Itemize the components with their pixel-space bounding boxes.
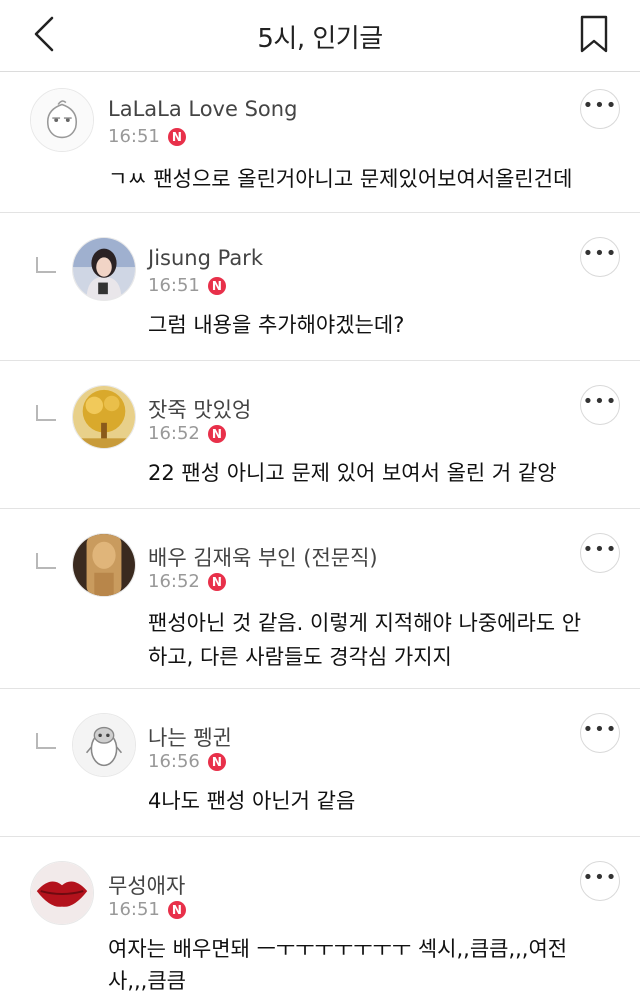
reply-item: 잣죽 맛있엉 16:52 N 22 팬성 아니고 문제 있어 보여서 올린 거 … bbox=[0, 361, 640, 509]
avatar[interactable] bbox=[30, 861, 94, 925]
comment-text: 4나도 팬성 아닌거 같음 bbox=[148, 789, 356, 813]
reply-item: 배우 김재욱 부인 (전문직) 16:52 N 팬성아닌 것 같음. 이렇게 지… bbox=[0, 509, 640, 689]
new-badge: N bbox=[167, 900, 186, 919]
comment-item: LaLaLa Love Song 16:51 N ㄱㅆ 팬성으로 올린거아니고 … bbox=[0, 73, 640, 213]
more-options-button[interactable]: ••• bbox=[580, 713, 620, 753]
reply-indicator-icon bbox=[36, 405, 56, 421]
more-dots-icon: ••• bbox=[582, 391, 618, 412]
nickname[interactable]: 잣죽 맛있엉 bbox=[148, 394, 251, 424]
new-badge: N bbox=[207, 572, 226, 591]
more-options-button[interactable]: ••• bbox=[580, 385, 620, 425]
reply-indicator-icon bbox=[36, 733, 56, 749]
reply-item: 나는 펭귄 16:56 N 4나도 팬성 아닌거 같음 ••• bbox=[0, 689, 640, 837]
comment-meta: 16:51 N bbox=[148, 275, 226, 296]
new-badge: N bbox=[207, 276, 226, 295]
more-dots-icon: ••• bbox=[582, 95, 618, 116]
bookmark-button[interactable] bbox=[576, 14, 612, 54]
comment-text: ㄱㅆ 팬성으로 올린거아니고 문제있어보여서올린건데 bbox=[108, 167, 573, 191]
comment-item: 무성애자 16:51 N 여자는 배우면돼 ㅡㅜㅜㅜㅜㅜㅜㅜ 섹시,,큼큼,,,… bbox=[0, 837, 640, 996]
avatar[interactable] bbox=[72, 385, 136, 449]
new-badge: N bbox=[167, 127, 186, 146]
comment-text-line: 사,,,큼큼 bbox=[108, 969, 186, 993]
more-dots-icon: ••• bbox=[582, 719, 618, 740]
page-title: 5시, 인기글 bbox=[257, 24, 383, 54]
penguin-avatar-icon bbox=[73, 714, 135, 776]
top-bar: 5시, 인기글 bbox=[0, 0, 640, 72]
avatar[interactable] bbox=[72, 533, 136, 597]
photo-avatar-icon bbox=[73, 238, 135, 300]
more-options-button[interactable]: ••• bbox=[580, 861, 620, 901]
comment-text-line: 여자는 배우면돼 ㅡㅜㅜㅜㅜㅜㅜㅜ 섹시,,큼큼,,,여전 bbox=[108, 937, 568, 961]
nickname[interactable]: LaLaLa Love Song bbox=[108, 97, 297, 121]
timestamp: 16:51 bbox=[108, 899, 160, 920]
more-options-button[interactable]: ••• bbox=[580, 237, 620, 277]
reply-indicator-icon bbox=[36, 553, 56, 569]
comment-meta: 16:56 N bbox=[148, 751, 226, 772]
comment-meta: 16:52 N bbox=[148, 571, 226, 592]
new-badge: N bbox=[207, 424, 226, 443]
timestamp: 16:51 bbox=[108, 126, 160, 147]
comment-text-line: 팬성아닌 것 같음. 이렇게 지적해야 나중에라도 안 bbox=[148, 611, 582, 635]
timestamp: 16:56 bbox=[148, 751, 200, 772]
more-dots-icon: ••• bbox=[582, 539, 618, 560]
peach-avatar-icon bbox=[31, 89, 93, 151]
nickname[interactable]: Jisung Park bbox=[148, 246, 263, 270]
timestamp: 16:52 bbox=[148, 423, 200, 444]
comment-text: 그럼 내용을 추가해야겠는데? bbox=[148, 313, 405, 337]
bookmark-icon bbox=[580, 15, 608, 53]
more-options-button[interactable]: ••• bbox=[580, 89, 620, 129]
nickname[interactable]: 배우 김재욱 부인 (전문직) bbox=[148, 542, 378, 572]
lips-avatar-icon bbox=[31, 862, 93, 924]
comment-meta: 16:51 N bbox=[108, 899, 186, 920]
timestamp: 16:52 bbox=[148, 571, 200, 592]
nickname[interactable]: 무성애자 bbox=[108, 870, 185, 900]
comment-meta: 16:52 N bbox=[148, 423, 226, 444]
new-badge: N bbox=[207, 752, 226, 771]
more-options-button[interactable]: ••• bbox=[580, 533, 620, 573]
nickname[interactable]: 나는 펭귄 bbox=[148, 722, 232, 752]
photo-avatar-icon bbox=[73, 534, 135, 596]
reply-item: Jisung Park 16:51 N 그럼 내용을 추가해야겠는데? ••• bbox=[0, 213, 640, 361]
comment-text: 22 팬성 아니고 문제 있어 보여서 올린 거 같앙 bbox=[148, 461, 557, 485]
timestamp: 16:51 bbox=[148, 275, 200, 296]
comment-meta: 16:51 N bbox=[108, 126, 186, 147]
more-dots-icon: ••• bbox=[582, 243, 618, 264]
reply-indicator-icon bbox=[36, 257, 56, 273]
more-dots-icon: ••• bbox=[582, 867, 618, 888]
golden-tree-avatar-icon bbox=[73, 386, 135, 448]
avatar[interactable] bbox=[72, 237, 136, 301]
comment-text-line: 하고, 다른 사람들도 경각심 가지지 bbox=[148, 645, 452, 669]
avatar[interactable] bbox=[30, 88, 94, 152]
avatar[interactable] bbox=[72, 713, 136, 777]
